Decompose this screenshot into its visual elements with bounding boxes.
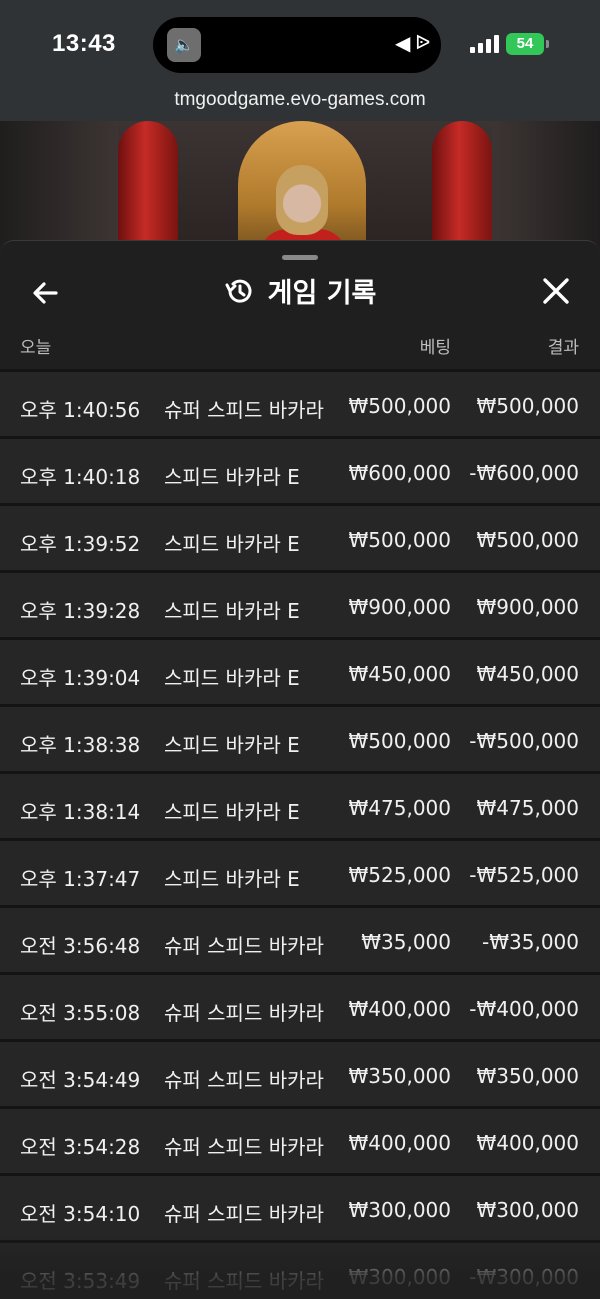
status-bar: 13:43 🔈 ◀ ᐉ 54	[0, 0, 600, 88]
row-time: 오전 3:54:49	[20, 1068, 141, 1092]
row-bet: ₩300,000	[348, 1198, 451, 1222]
row-bet: ₩400,000	[348, 1131, 451, 1155]
row-bet: ₩500,000	[348, 394, 451, 418]
row-time: 오후 1:39:28	[20, 599, 141, 623]
row-bet: ₩500,000	[348, 528, 451, 552]
table-row[interactable]: 오전 3:54:28 슈퍼 스피드 바카라 ₩400,000 ₩400,000	[0, 1106, 600, 1173]
row-game: 스피드 바카라 E	[164, 465, 300, 489]
dynamic-island: 🔈 ◀ ᐉ	[153, 17, 441, 73]
row-game: 스피드 바카라 E	[164, 599, 300, 623]
header-date: 오늘	[20, 338, 52, 358]
table-row[interactable]: 오전 3:53:49 슈퍼 스피드 바카라 ₩300,000 -₩300,000	[0, 1240, 600, 1299]
row-time: 오전 3:53:49	[20, 1269, 141, 1293]
row-bet: ₩300,000	[348, 1265, 451, 1289]
row-game: 슈퍼 스피드 바카라	[164, 1202, 324, 1226]
battery-icon: 54	[506, 33, 549, 55]
row-game: 슈퍼 스피드 바카라	[164, 1001, 324, 1025]
header-result: 결과	[547, 338, 579, 358]
row-bet: ₩900,000	[348, 595, 451, 619]
row-result: -₩300,000	[469, 1265, 579, 1289]
row-result: ₩500,000	[476, 528, 579, 552]
row-result: ₩400,000	[476, 1131, 579, 1155]
row-game: 슈퍼 스피드 바카라	[164, 934, 324, 958]
row-time: 오전 3:54:10	[20, 1202, 141, 1226]
row-game: 슈퍼 스피드 바카라	[164, 1068, 324, 1092]
row-game: 스피드 바카라 E	[164, 867, 300, 891]
table-row[interactable]: 오전 3:54:10 슈퍼 스피드 바카라 ₩300,000 ₩300,000	[0, 1173, 600, 1240]
sheet-title: 게임 기록	[267, 278, 377, 309]
table-row[interactable]: 오전 3:55:08 슈퍼 스피드 바카라 ₩400,000 -₩400,000	[0, 972, 600, 1039]
row-time: 오후 1:40:56	[20, 398, 141, 422]
row-time: 오전 3:55:08	[20, 1001, 141, 1025]
close-button[interactable]	[536, 271, 576, 311]
row-result: -₩35,000	[482, 930, 579, 954]
row-bet: ₩35,000	[361, 930, 451, 954]
bluetooth-icon: ᐉ	[415, 30, 431, 54]
row-time: 오후 1:37:47	[20, 867, 141, 891]
url-text: tmgoodgame.evo-games.com	[174, 89, 426, 110]
row-time: 오후 1:39:52	[20, 532, 141, 556]
row-result: -₩400,000	[469, 997, 579, 1021]
table-row[interactable]: 오후 1:39:04 스피드 바카라 E ₩450,000 ₩450,000	[0, 637, 600, 704]
history-icon	[225, 279, 252, 303]
drag-handle[interactable]	[282, 255, 318, 260]
row-time: 오전 3:56:48	[20, 934, 141, 958]
close-icon	[543, 278, 569, 304]
cellular-signal-icon	[470, 33, 500, 53]
row-bet: ₩400,000	[348, 997, 451, 1021]
volume-icon: 🔈	[167, 28, 201, 62]
row-game: 스피드 바카라 E	[164, 733, 300, 757]
row-game: 스피드 바카라 E	[164, 666, 300, 690]
row-bet: ₩600,000	[348, 461, 451, 485]
history-list: 오후 1:40:56 슈퍼 스피드 바카라 ₩500,000 ₩500,000 …	[0, 369, 600, 1299]
table-row[interactable]: 오후 1:40:56 슈퍼 스피드 바카라 ₩500,000 ₩500,000	[0, 369, 600, 436]
table-row[interactable]: 오후 1:37:47 스피드 바카라 E ₩525,000 -₩525,000	[0, 838, 600, 905]
row-result: ₩450,000	[476, 662, 579, 686]
row-game: 슈퍼 스피드 바카라	[164, 1269, 324, 1293]
row-result: ₩900,000	[476, 595, 579, 619]
row-time: 오후 1:38:38	[20, 733, 141, 757]
row-bet: ₩475,000	[348, 796, 451, 820]
row-result: ₩500,000	[476, 394, 579, 418]
row-result: ₩350,000	[476, 1064, 579, 1088]
url-bar[interactable]: tmgoodgame.evo-games.com	[0, 88, 600, 121]
table-row[interactable]: 오전 3:56:48 슈퍼 스피드 바카라 ₩35,000 -₩35,000	[0, 905, 600, 972]
row-time: 오전 3:54:28	[20, 1135, 141, 1159]
row-time: 오후 1:38:14	[20, 800, 141, 824]
row-result: -₩500,000	[469, 729, 579, 753]
clock: 13:43	[52, 30, 116, 57]
row-result: -₩600,000	[469, 461, 579, 485]
table-row[interactable]: 오후 1:38:38 스피드 바카라 E ₩500,000 -₩500,000	[0, 704, 600, 771]
row-result: ₩475,000	[476, 796, 579, 820]
row-bet: ₩500,000	[348, 729, 451, 753]
table-row[interactable]: 오후 1:38:14 스피드 바카라 E ₩475,000 ₩475,000	[0, 771, 600, 838]
row-game: 슈퍼 스피드 바카라	[164, 1135, 324, 1159]
speaker-icon: ◀	[395, 31, 411, 55]
row-result: ₩300,000	[476, 1198, 579, 1222]
row-game: 슈퍼 스피드 바카라	[164, 398, 324, 422]
table-row[interactable]: 오후 1:40:18 스피드 바카라 E ₩600,000 -₩600,000	[0, 436, 600, 503]
battery-level: 54	[516, 35, 534, 52]
row-time: 오후 1:39:04	[20, 666, 141, 690]
table-row[interactable]: 오후 1:39:52 스피드 바카라 E ₩500,000 ₩500,000	[0, 503, 600, 570]
row-game: 스피드 바카라 E	[164, 800, 300, 824]
row-bet: ₩450,000	[348, 662, 451, 686]
row-time: 오후 1:40:18	[20, 465, 141, 489]
row-bet: ₩350,000	[348, 1064, 451, 1088]
game-history-sheet: 게임 기록 오늘 베팅 결과 오후 1:40:56 슈퍼 스피드 바카라 ₩50…	[0, 240, 600, 1299]
row-result: -₩525,000	[469, 863, 579, 887]
table-row[interactable]: 오전 3:54:49 슈퍼 스피드 바카라 ₩350,000 ₩350,000	[0, 1039, 600, 1106]
row-game: 스피드 바카라 E	[164, 532, 300, 556]
table-row[interactable]: 오후 1:39:28 스피드 바카라 E ₩900,000 ₩900,000	[0, 570, 600, 637]
header-bet: 베팅	[419, 338, 451, 358]
table-header: 오늘 베팅 결과	[0, 331, 600, 359]
row-bet: ₩525,000	[348, 863, 451, 887]
